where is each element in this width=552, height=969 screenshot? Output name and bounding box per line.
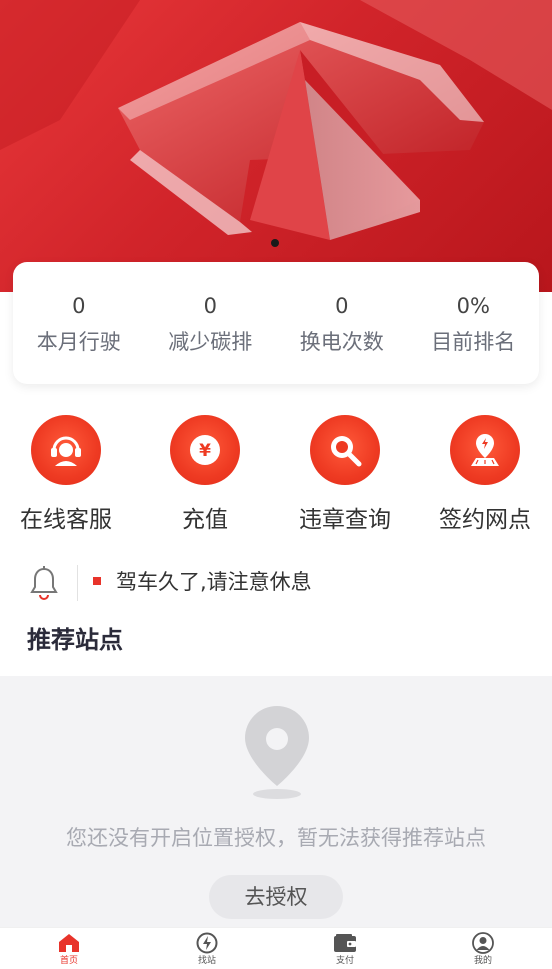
authorize-button[interactable]: 去授权 (209, 875, 343, 919)
service-violation-query[interactable]: 违章查询 (275, 415, 415, 535)
map-pin-icon (450, 415, 520, 485)
bottom-tab-bar: 首页 找站 支付 我的 (0, 927, 552, 969)
carousel-indicator-dot[interactable] (271, 239, 279, 247)
svg-text:¥: ¥ (199, 441, 211, 461)
stats-card: 0 本月行驶 0 减少碳排 0 换电次数 0% 目前排名 (13, 262, 539, 384)
home-icon (0, 932, 138, 954)
banner-carousel[interactable] (0, 0, 552, 292)
service-online-support[interactable]: 在线客服 (0, 415, 136, 535)
location-pin-icon (243, 704, 311, 806)
lightning-station-icon (138, 932, 276, 954)
empty-state-message: 您还没有开启位置授权，暂无法获得推荐站点 (66, 826, 486, 850)
notice-text: 驾车久了,请注意休息 (116, 570, 312, 594)
stat-value: 0 (72, 294, 86, 318)
stat-value: 0 (203, 294, 217, 318)
tab-mine[interactable]: 我的 (414, 928, 552, 969)
service-label: 违章查询 (299, 507, 391, 533)
stat-label: 减少碳排 (168, 330, 253, 354)
tab-label: 我的 (473, 956, 492, 966)
tab-label: 支付 (335, 956, 354, 966)
user-icon (414, 932, 552, 954)
stat-monthly-driving: 0 本月行驶 (13, 262, 145, 384)
stat-swap-count: 0 换电次数 (276, 262, 408, 384)
service-label: 充值 (182, 507, 228, 533)
stat-label: 本月行驶 (36, 330, 121, 354)
wallet-icon (276, 932, 414, 954)
stat-carbon-reduction: 0 减少碳排 (145, 262, 277, 384)
tab-label: 首页 (59, 956, 78, 966)
bell-icon (29, 565, 59, 605)
notice-marker (93, 577, 101, 585)
stat-label: 目前排名 (431, 330, 516, 354)
service-grid: 在线客服 ¥ 充值 违章查询 签约网点 (0, 415, 552, 540)
stat-value: 0% (456, 294, 490, 318)
stat-value: 0 (335, 294, 349, 318)
stat-label: 换电次数 (299, 330, 384, 354)
notice-bar[interactable]: 驾车久了,请注意休息 (0, 560, 552, 606)
service-label: 签约网点 (439, 507, 531, 533)
search-icon (310, 415, 380, 485)
yen-coin-icon: ¥ (170, 415, 240, 485)
tab-pay[interactable]: 支付 (276, 928, 414, 969)
banner-logo-image (0, 0, 552, 240)
section-title: 推荐站点 (27, 626, 123, 654)
tab-home[interactable]: 首页 (0, 928, 138, 969)
tab-label: 找站 (197, 956, 216, 966)
service-recharge[interactable]: ¥ 充值 (135, 415, 275, 535)
service-contracted-outlets[interactable]: 签约网点 (415, 415, 552, 535)
tab-find-station[interactable]: 找站 (138, 928, 276, 969)
notice-divider (77, 565, 78, 601)
recommend-empty-state: 您还没有开启位置授权，暂无法获得推荐站点 去授权 (0, 676, 552, 927)
customer-service-icon (31, 415, 101, 485)
stat-ranking: 0% 目前排名 (408, 262, 540, 384)
service-label: 在线客服 (20, 507, 112, 533)
